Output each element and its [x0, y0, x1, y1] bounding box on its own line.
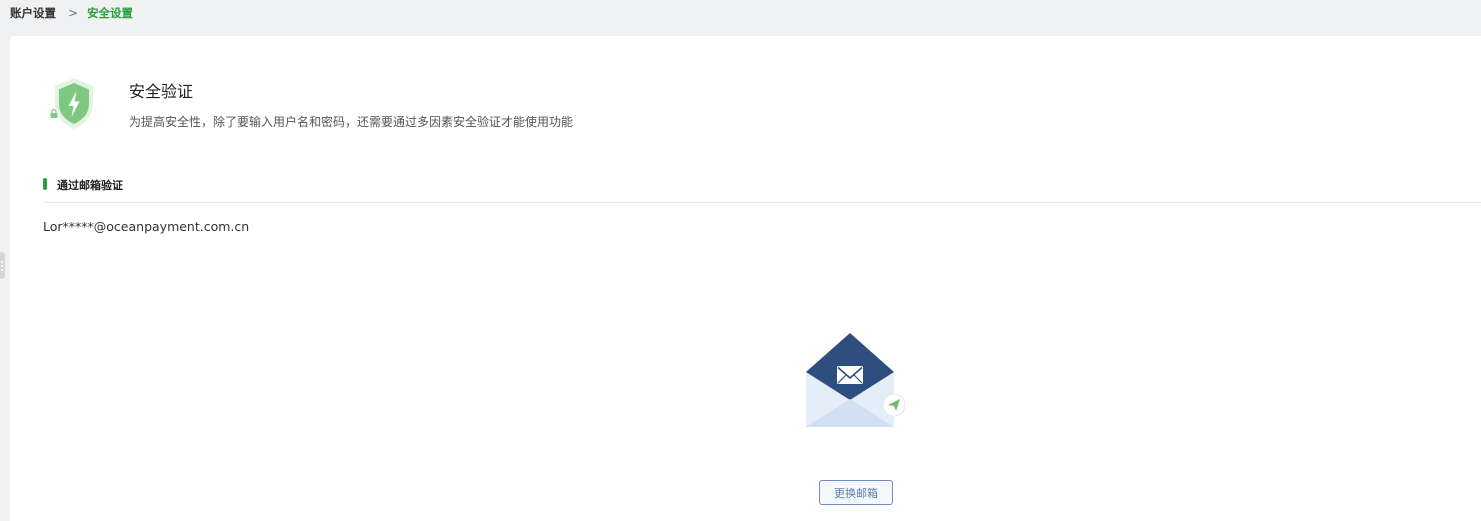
- envelope-icon: [806, 333, 906, 427]
- change-email-button[interactable]: 更换邮箱: [819, 480, 893, 505]
- breadcrumb-account-settings[interactable]: 账户设置: [10, 5, 56, 21]
- breadcrumb: 账户设置 > 安全设置: [10, 5, 133, 21]
- security-verification-title: 安全验证: [129, 82, 194, 101]
- section-accent-bar: [43, 178, 47, 190]
- security-verification-description: 为提高安全性，除了要输入用户名和密码，还需要通过多因素安全验证才能使用功能: [129, 115, 574, 129]
- email-verification-section-title: 通过邮箱验证: [57, 179, 123, 192]
- section-divider: [43, 202, 1481, 203]
- security-settings-card: 安全验证 为提高安全性，除了要输入用户名和密码，还需要通过多因素安全验证才能使用…: [10, 36, 1481, 521]
- sidebar-collapse-handle[interactable]: [0, 252, 5, 279]
- masked-email-address: Lor*****@oceanpayment.com.cn: [43, 219, 250, 234]
- breadcrumb-separator: >: [68, 6, 79, 20]
- breadcrumb-security-settings: 安全设置: [87, 6, 134, 20]
- shield-bolt-icon: [48, 78, 93, 129]
